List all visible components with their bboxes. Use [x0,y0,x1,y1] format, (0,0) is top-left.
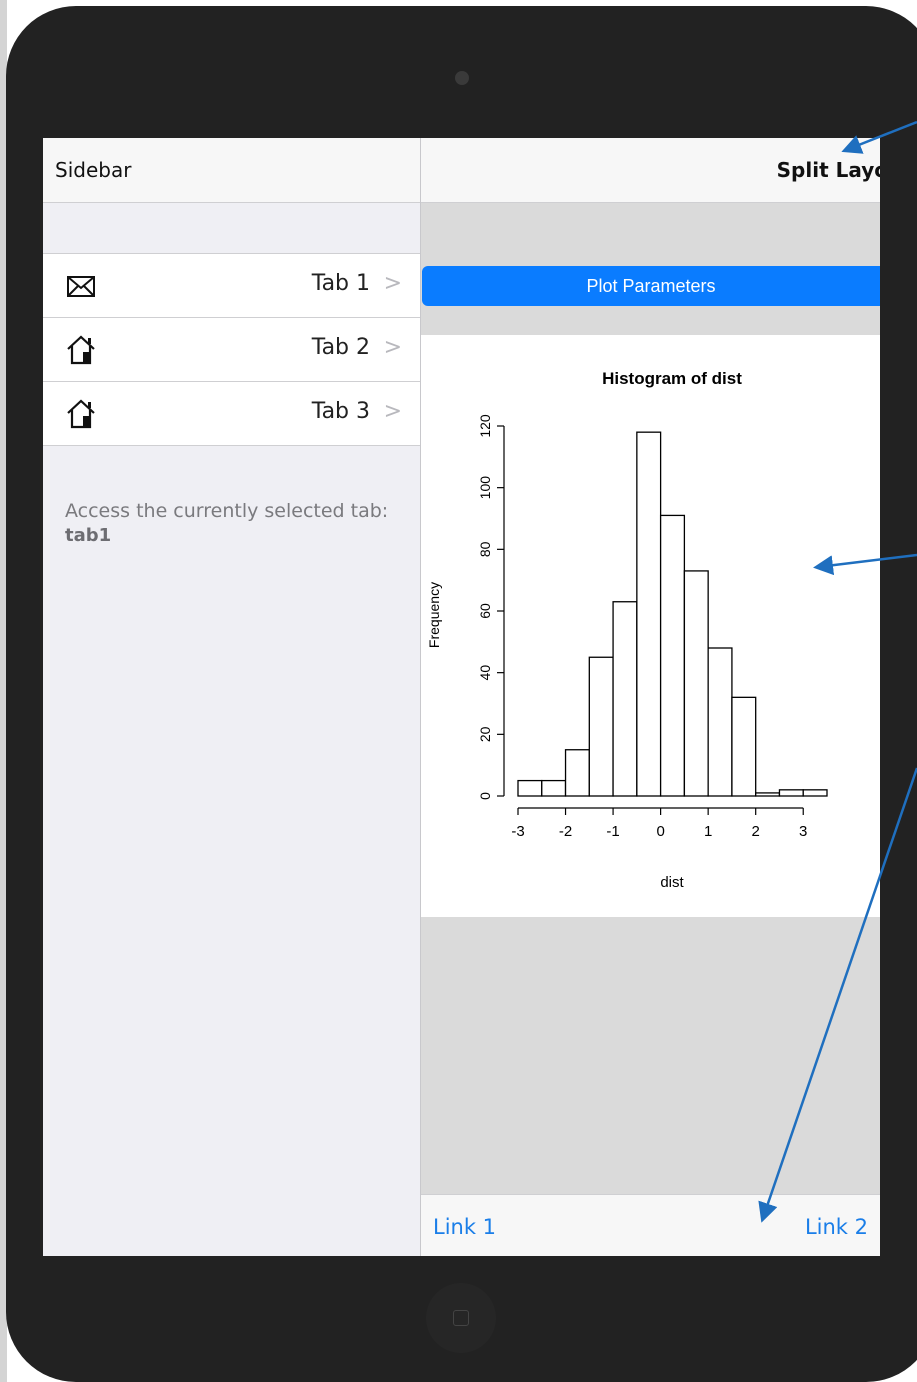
annotation-arrow-plot [813,553,917,576]
annotation-arrow-toolbar [758,767,917,1223]
annotation-arrows [758,120,917,1223]
annotation-arrow-title [841,120,917,154]
